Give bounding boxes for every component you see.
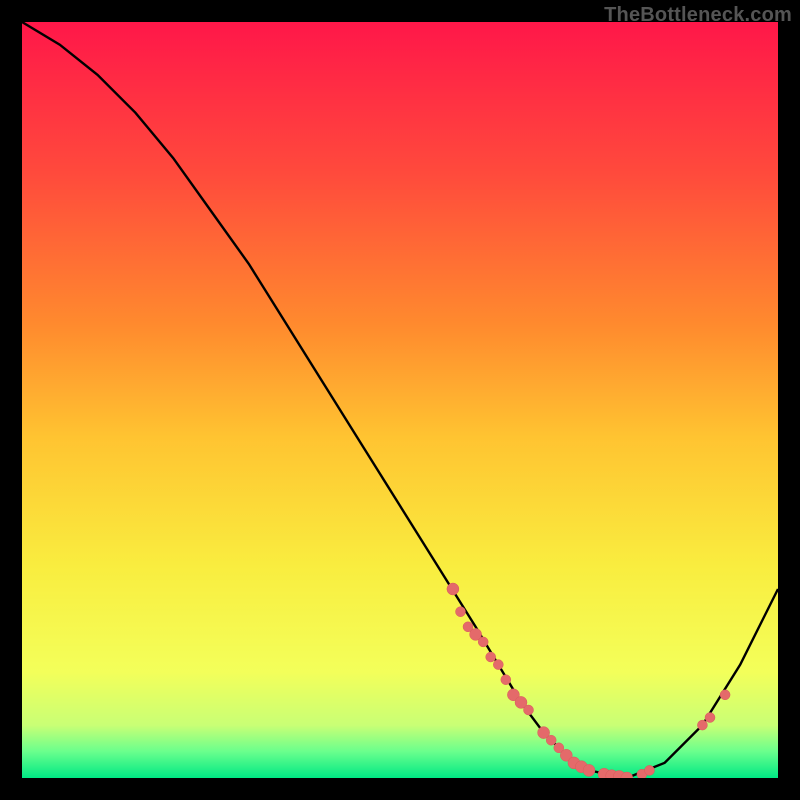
chart-overlay [22, 22, 778, 778]
plot-area [22, 22, 778, 778]
data-point [493, 660, 503, 670]
data-point [645, 765, 655, 775]
data-point [720, 690, 730, 700]
data-point [583, 764, 595, 776]
data-points-group [447, 583, 730, 778]
data-point [705, 713, 715, 723]
data-point [697, 720, 707, 730]
data-point [447, 583, 459, 595]
data-point [501, 675, 511, 685]
data-point [546, 735, 556, 745]
data-point [486, 652, 496, 662]
data-point [524, 705, 534, 715]
chart-frame: TheBottleneck.com [0, 0, 800, 800]
watermark-label: TheBottleneck.com [604, 4, 792, 27]
data-point [478, 637, 488, 647]
bottleneck-curve [22, 22, 778, 778]
data-point [456, 607, 466, 617]
